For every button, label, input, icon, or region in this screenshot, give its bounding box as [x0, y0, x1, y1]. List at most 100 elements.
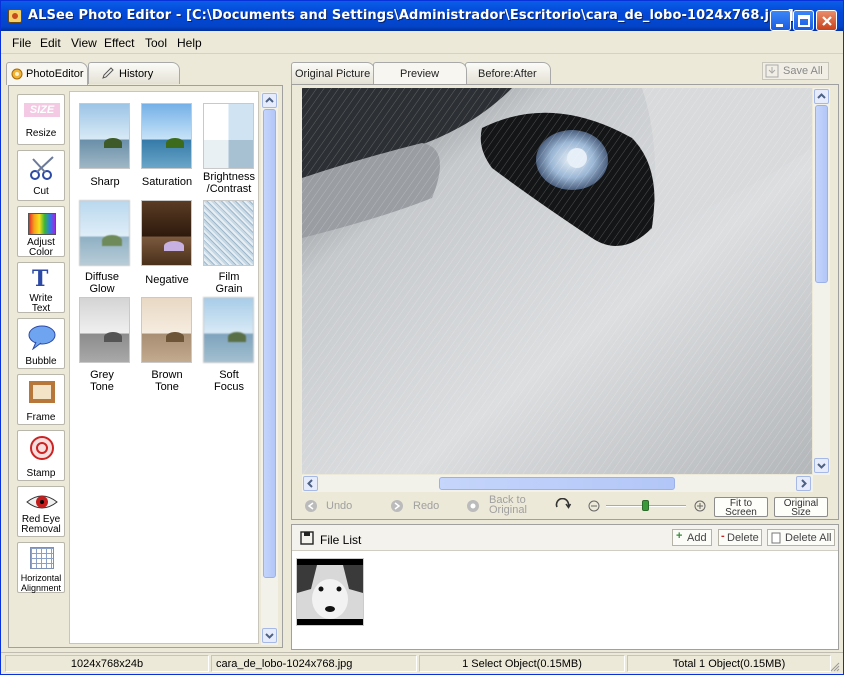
tool-cut[interactable]: Cut: [17, 150, 65, 201]
chevron-down-icon: [265, 633, 274, 639]
preview-hscroll-thumb[interactable]: [439, 477, 675, 490]
tab-before-after[interactable]: Before:After: [465, 62, 551, 84]
menu-edit[interactable]: Edit: [40, 36, 61, 50]
left-panel: SIZE Resize Cut Adjust Color T Write Tex…: [8, 85, 283, 648]
tab-history[interactable]: History: [88, 62, 180, 84]
effect-sharp-thumb[interactable]: [79, 103, 130, 169]
stamp-icon: [30, 436, 54, 460]
color-palette-icon: [28, 213, 56, 235]
effect-film-grain-thumb[interactable]: [203, 200, 254, 266]
fit-to-screen-button[interactable]: Fit to Screen: [714, 497, 768, 518]
preview-image: [302, 88, 812, 474]
tab-photo-editor[interactable]: PhotoEditor: [6, 62, 88, 85]
effect-grey-tone-thumb[interactable]: [79, 297, 130, 363]
menu-help[interactable]: Help: [177, 36, 202, 50]
tool-adjust-color[interactable]: Adjust Color: [17, 206, 65, 258]
preview-scroll-right[interactable]: [796, 476, 811, 491]
size-icon: SIZE: [24, 103, 60, 117]
tool-write-label-2: Text: [31, 303, 51, 314]
title-bar[interactable]: ALSee Photo Editor - [C:\Documents and S…: [1, 1, 843, 31]
save-all-label: Save All: [783, 65, 823, 77]
menu-bar: File Edit View Effect Tool Help: [1, 32, 843, 54]
tool-write-text[interactable]: T Write Text: [17, 262, 65, 314]
red-eye-icon: [26, 495, 58, 509]
rotate-icon[interactable]: [554, 498, 572, 514]
tool-stamp[interactable]: Stamp: [17, 430, 65, 481]
tool-cut-label: Cut: [33, 186, 49, 197]
chevron-up-icon: [817, 93, 826, 99]
zoom-slider-thumb[interactable]: [642, 500, 649, 511]
preview-vscroll[interactable]: [813, 88, 830, 475]
effect-brown-tone-thumb[interactable]: [141, 297, 192, 363]
status-selected: 1 Select Object(0.15MB): [419, 655, 625, 672]
tab-original-picture[interactable]: Original Picture: [291, 62, 375, 84]
menu-file[interactable]: File: [12, 36, 31, 50]
effect-diffuse-label-1: Diffuse: [84, 271, 120, 283]
chevron-down-icon: [817, 463, 826, 469]
effect-diffuse-glow-thumb[interactable]: [79, 200, 130, 266]
file-list-title: File List: [320, 533, 362, 547]
preview-vscroll-thumb[interactable]: [815, 105, 828, 283]
tool-red-eye[interactable]: Red Eye Removal: [17, 486, 65, 537]
effects-scrollbar[interactable]: [261, 92, 278, 645]
effect-brown-label-1: Brown: [151, 369, 183, 381]
grid-alignment-icon: [30, 547, 54, 569]
effect-soft-focus-thumb[interactable]: [203, 297, 254, 363]
status-dimensions: 1024x768x24b: [5, 655, 209, 672]
effect-brightness-thumb[interactable]: [203, 103, 254, 169]
preview-hscroll[interactable]: [302, 475, 813, 492]
redo-icon[interactable]: [390, 499, 404, 513]
scroll-down-button[interactable]: [262, 628, 277, 643]
add-file-label: Add: [687, 532, 707, 544]
maximize-button[interactable]: [793, 10, 814, 31]
tool-bubble[interactable]: Bubble: [17, 318, 65, 369]
scroll-up-button[interactable]: [262, 93, 277, 108]
delete-all-button[interactable]: Delete All: [767, 529, 835, 546]
zoom-in-icon[interactable]: [694, 500, 706, 512]
wolf-thumbnail-image: [297, 565, 363, 619]
effect-saturation-label: Saturation: [141, 176, 193, 188]
back-to-original-icon[interactable]: [466, 499, 480, 513]
undo-button[interactable]: Undo: [326, 500, 352, 512]
preview-scroll-up[interactable]: [814, 89, 829, 104]
app-window: ALSee Photo Editor - [C:\Documents and S…: [0, 0, 844, 675]
effect-negative-thumb[interactable]: [141, 200, 192, 266]
effect-negative-label: Negative: [145, 274, 189, 286]
document-icon: [771, 532, 781, 544]
file-list-panel: File List + Add - Delete Delete All: [291, 524, 839, 650]
tab-preview-label: Preview: [400, 68, 440, 80]
effect-saturation-thumb[interactable]: [141, 103, 192, 169]
tool-resize[interactable]: SIZE Resize: [17, 94, 65, 145]
effect-brown-label-2: Tone: [155, 381, 179, 393]
menu-view[interactable]: View: [71, 36, 97, 50]
tool-horizontal-alignment[interactable]: Horizontal Alignment: [17, 542, 65, 593]
scroll-thumb[interactable]: [263, 109, 276, 578]
frame-icon: [29, 381, 55, 403]
undo-icon[interactable]: [304, 499, 318, 513]
menu-effect[interactable]: Effect: [104, 36, 134, 50]
effect-soft-label-1: Soft: [219, 369, 239, 381]
original-size-button[interactable]: Original Size: [774, 497, 828, 518]
zoom-out-icon[interactable]: [588, 500, 600, 512]
original-size-label-2: Size: [791, 507, 811, 518]
preview-scroll-down[interactable]: [814, 458, 829, 473]
speech-bubble-icon: [28, 325, 56, 350]
redo-button[interactable]: Redo: [413, 500, 439, 512]
tool-halign-label-1: Horizontal: [20, 573, 62, 583]
status-total: Total 1 Object(0.15MB): [627, 655, 831, 672]
menu-tool[interactable]: Tool: [145, 36, 167, 50]
save-all-button[interactable]: Save All: [762, 62, 829, 80]
delete-file-button[interactable]: - Delete: [718, 529, 762, 546]
tool-frame[interactable]: Frame: [17, 374, 65, 425]
tool-resize-label: Resize: [25, 128, 57, 139]
status-bar: 1024x768x24b cara_de_lobo-1024x768.jpg 1…: [1, 652, 843, 674]
wolf-eye-photo: [302, 88, 812, 474]
file-thumbnail[interactable]: [296, 558, 364, 626]
minimize-button[interactable]: [770, 10, 791, 31]
back-to-original-label-2[interactable]: Original: [489, 505, 527, 516]
tab-preview[interactable]: Preview: [373, 62, 467, 84]
resize-grip-icon[interactable]: [830, 662, 840, 672]
preview-scroll-left[interactable]: [303, 476, 318, 491]
close-button[interactable]: [816, 10, 837, 31]
add-file-button[interactable]: + Add: [672, 529, 712, 546]
